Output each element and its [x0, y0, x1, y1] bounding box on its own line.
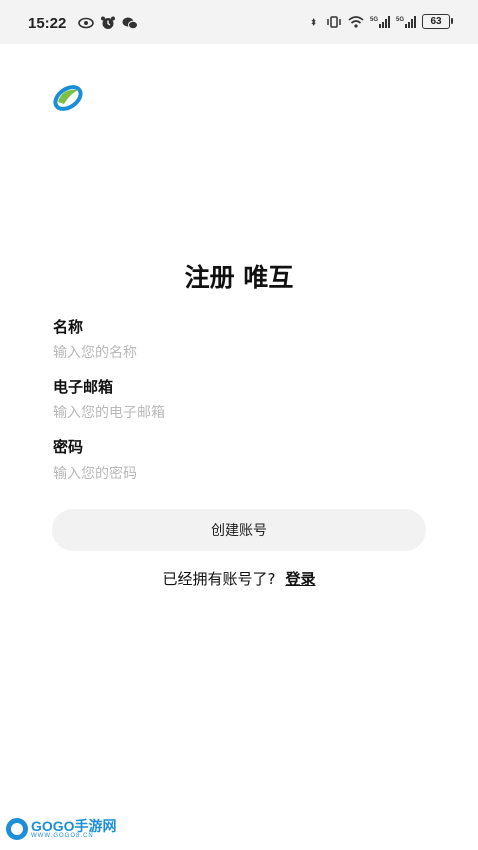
signal-5g-icon: 5G — [370, 15, 390, 28]
signal-5g-icon: 5G — [396, 15, 416, 28]
watermark-url: WWW.GOGO8.CN — [31, 833, 94, 839]
eye-icon — [78, 17, 94, 29]
name-input[interactable] — [53, 342, 423, 364]
app-logo — [53, 85, 83, 111]
email-input[interactable] — [53, 402, 423, 424]
wifi-icon — [348, 15, 364, 28]
login-row: 已经拥有账号了? 登录 — [0, 568, 478, 589]
create-account-button[interactable]: 创建账号 — [52, 509, 426, 551]
login-link[interactable]: 登录 — [285, 570, 315, 588]
alarm-icon — [101, 16, 115, 29]
watermark-logo-icon — [6, 818, 28, 840]
svg-text:5G: 5G — [396, 17, 404, 23]
login-prompt: 已经拥有账号了? — [162, 570, 276, 588]
password-input[interactable] — [53, 463, 423, 485]
battery-indicator: 63 — [422, 14, 453, 29]
svg-text:5G: 5G — [370, 17, 378, 23]
name-label: 名称 — [53, 318, 84, 336]
wechat-icon — [122, 17, 138, 30]
watermark-text: GOGO手游网 — [31, 818, 117, 834]
page-title: 注册 唯互 — [184, 263, 294, 292]
status-right-icons: 5G 5G 63 — [310, 14, 453, 29]
password-label: 密码 — [53, 438, 84, 456]
status-left-icons — [78, 16, 138, 30]
status-time: 15:22 — [28, 15, 67, 32]
vibrate-icon — [327, 15, 341, 28]
status-bar: 15:22 5G 5G 63 — [0, 0, 478, 44]
email-label: 电子邮箱 — [53, 378, 114, 396]
bluetooth-icon — [311, 17, 316, 26]
watermark: GOGO手游网 WWW.GOGO8.CN — [6, 818, 117, 840]
